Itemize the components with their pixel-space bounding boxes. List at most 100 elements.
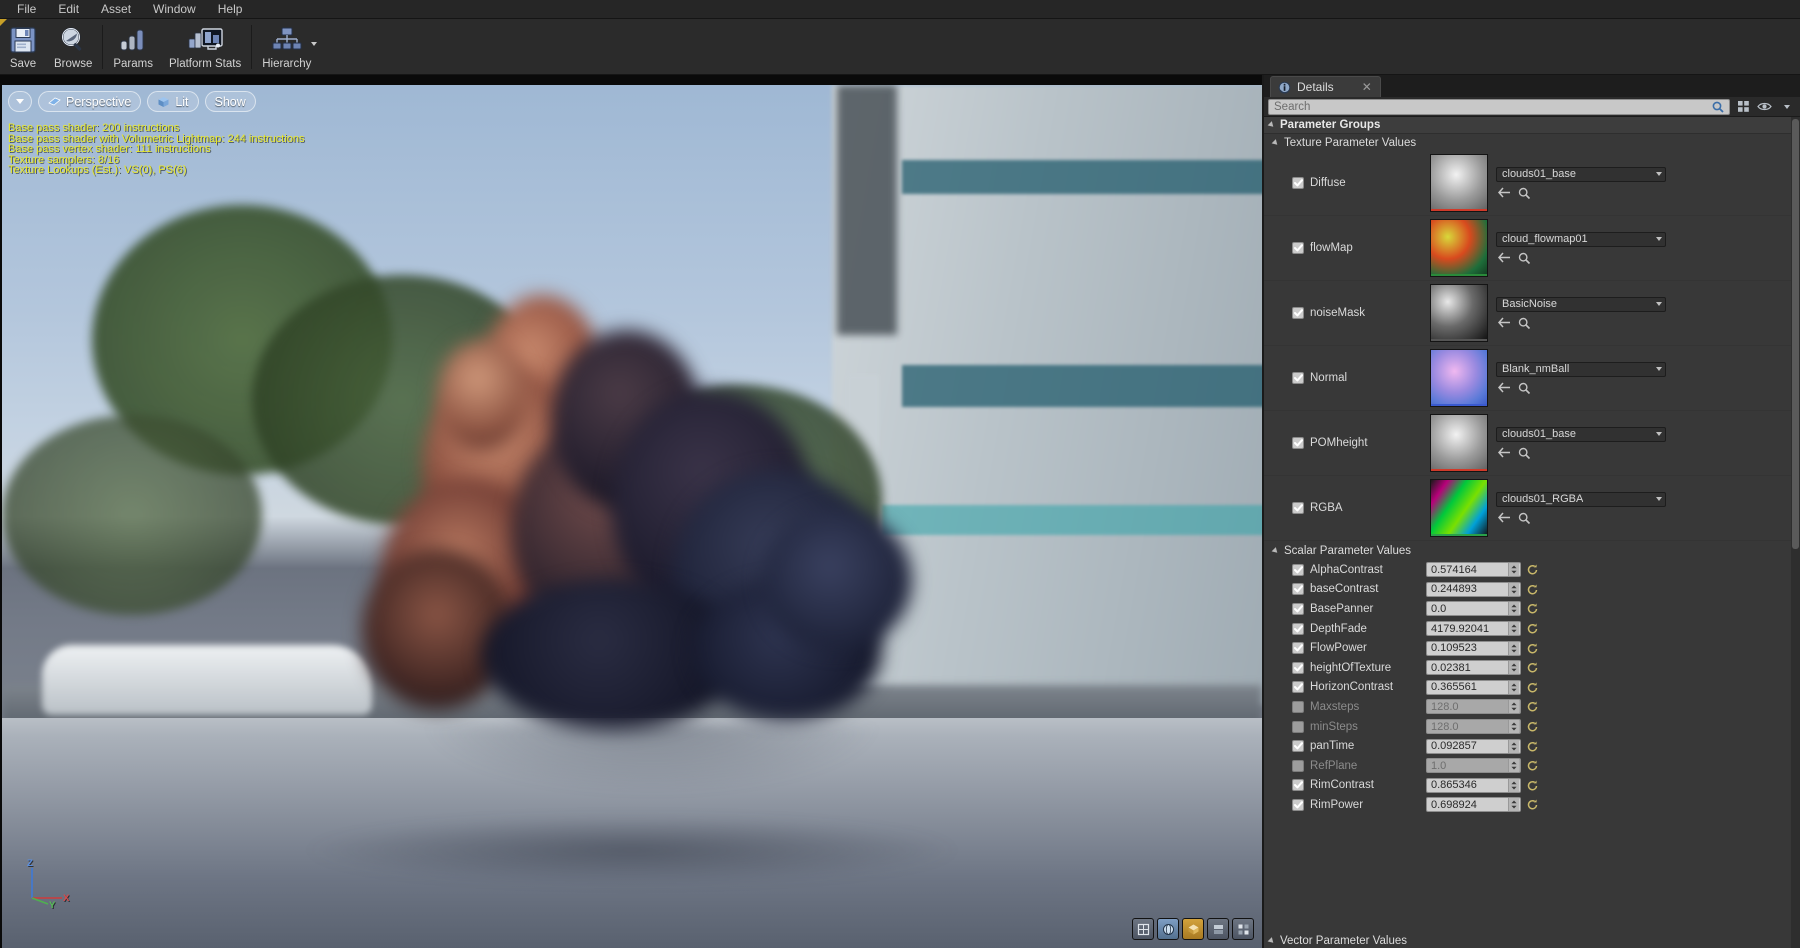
texture-asset-combo[interactable]: BasicNoise: [1496, 296, 1666, 312]
menu-file[interactable]: File: [6, 0, 47, 18]
scalar-param-value-field[interactable]: 0.0: [1426, 601, 1521, 617]
save-button[interactable]: Save: [0, 20, 46, 74]
texture-param-checkbox[interactable]: [1292, 502, 1304, 514]
viewport-show-menu[interactable]: Show: [204, 91, 256, 112]
scalar-param-checkbox[interactable]: [1292, 759, 1304, 772]
scalar-param-checkbox[interactable]: [1292, 798, 1304, 811]
scalar-param-value-field[interactable]: 4179.92041: [1426, 621, 1521, 637]
viewport-viewmode-lit[interactable]: Lit: [147, 91, 199, 112]
reset-arrow-icon[interactable]: [1527, 741, 1538, 752]
tab-details[interactable]: Details ✕: [1270, 76, 1381, 97]
texture-asset-combo[interactable]: Blank_nmBall: [1496, 361, 1666, 377]
reset-arrow-icon[interactable]: [1527, 643, 1538, 654]
spinner-arrows-icon[interactable]: [1508, 641, 1519, 655]
group-texture-parameter-values[interactable]: Texture Parameter Values: [1264, 134, 1800, 151]
scalar-param-checkbox[interactable]: [1292, 740, 1304, 753]
texture-asset-combo[interactable]: clouds01_base: [1496, 166, 1666, 182]
viewport-button-environment[interactable]: [1182, 918, 1204, 940]
spinner-arrows-icon[interactable]: [1508, 739, 1519, 753]
details-scrollbar[interactable]: [1791, 117, 1800, 948]
reset-arrow-icon[interactable]: [1527, 701, 1538, 712]
reset-arrow-icon[interactable]: [1527, 682, 1538, 693]
viewport-panel[interactable]: Perspective Lit Show Base pass shader: 2…: [0, 75, 1264, 948]
group-parameter-groups[interactable]: Parameter Groups: [1264, 117, 1800, 134]
reset-arrow-icon[interactable]: [1527, 780, 1538, 791]
texture-asset-combo[interactable]: clouds01_RGBA: [1496, 491, 1666, 507]
spinner-arrows-icon[interactable]: [1508, 602, 1519, 616]
browse-magnifier-icon[interactable]: [1518, 512, 1531, 525]
texture-param-checkbox[interactable]: [1292, 242, 1304, 254]
texture-param-checkbox[interactable]: [1292, 307, 1304, 319]
reset-arrow-icon[interactable]: [1527, 623, 1538, 634]
browse-button[interactable]: Browse: [46, 20, 100, 74]
group-scalar-parameter-values[interactable]: Scalar Parameter Values: [1264, 541, 1800, 560]
group-vector-parameter-values[interactable]: Vector Parameter Values: [1264, 934, 1800, 948]
spinner-arrows-icon[interactable]: [1508, 563, 1519, 577]
reset-arrow-icon[interactable]: [1527, 799, 1538, 810]
spinner-arrows-icon[interactable]: [1508, 759, 1519, 773]
spinner-arrows-icon[interactable]: [1508, 680, 1519, 694]
menu-help[interactable]: Help: [207, 0, 254, 18]
reset-arrow-icon[interactable]: [1527, 603, 1538, 614]
texture-thumbnail[interactable]: [1430, 219, 1488, 277]
scalar-param-checkbox[interactable]: [1292, 563, 1304, 576]
menu-edit[interactable]: Edit: [47, 0, 90, 18]
browse-magnifier-icon[interactable]: [1518, 187, 1531, 200]
back-arrow-icon[interactable]: [1498, 382, 1511, 393]
search-input[interactable]: [1274, 100, 1712, 113]
scalar-param-value-field[interactable]: 0.698924: [1426, 797, 1521, 813]
viewport-render[interactable]: Perspective Lit Show Base pass shader: 2…: [2, 85, 1262, 948]
texture-thumbnail[interactable]: [1430, 284, 1488, 342]
scalar-param-value-field[interactable]: 0.365561: [1426, 679, 1521, 695]
scalar-param-value-field[interactable]: 128.0: [1426, 699, 1521, 715]
viewport-button-grid[interactable]: [1132, 918, 1154, 940]
texture-param-checkbox[interactable]: [1292, 177, 1304, 189]
scalar-param-checkbox[interactable]: [1292, 681, 1304, 694]
grid-view-icon[interactable]: [1734, 98, 1752, 115]
scalar-param-value-field[interactable]: 0.092857: [1426, 738, 1521, 754]
hierarchy-button[interactable]: Hierarchy: [254, 20, 319, 74]
scalar-param-value-field[interactable]: 0.865346: [1426, 777, 1521, 793]
texture-asset-combo[interactable]: clouds01_base: [1496, 426, 1666, 442]
scalar-param-value-field[interactable]: 0.109523: [1426, 640, 1521, 656]
spinner-arrows-icon[interactable]: [1508, 700, 1519, 714]
browse-magnifier-icon[interactable]: [1518, 317, 1531, 330]
details-scrollbar-thumb[interactable]: [1792, 119, 1799, 549]
scalar-param-checkbox[interactable]: [1292, 661, 1304, 674]
texture-asset-combo[interactable]: cloud_flowmap01: [1496, 231, 1666, 247]
settings-caret-icon[interactable]: [1778, 98, 1796, 115]
back-arrow-icon[interactable]: [1498, 447, 1511, 458]
spinner-arrows-icon[interactable]: [1508, 582, 1519, 596]
texture-param-checkbox[interactable]: [1292, 437, 1304, 449]
reset-arrow-icon[interactable]: [1527, 662, 1538, 673]
texture-thumbnail[interactable]: [1430, 479, 1488, 537]
scalar-param-checkbox[interactable]: [1292, 583, 1304, 596]
scalar-param-value-field[interactable]: 128.0: [1426, 719, 1521, 735]
spinner-arrows-icon[interactable]: [1508, 798, 1519, 812]
scalar-param-checkbox[interactable]: [1292, 642, 1304, 655]
back-arrow-icon[interactable]: [1498, 252, 1511, 263]
reset-arrow-icon[interactable]: [1527, 760, 1538, 771]
browse-magnifier-icon[interactable]: [1518, 382, 1531, 395]
eye-visibility-icon[interactable]: [1756, 98, 1774, 115]
reset-arrow-icon[interactable]: [1527, 584, 1538, 595]
scalar-param-checkbox[interactable]: [1292, 622, 1304, 635]
texture-param-checkbox[interactable]: [1292, 372, 1304, 384]
back-arrow-icon[interactable]: [1498, 187, 1511, 198]
scalar-param-value-field[interactable]: 0.574164: [1426, 562, 1521, 578]
scalar-param-checkbox[interactable]: [1292, 602, 1304, 615]
texture-thumbnail[interactable]: [1430, 154, 1488, 212]
spinner-arrows-icon[interactable]: [1508, 778, 1519, 792]
close-icon[interactable]: ✕: [1362, 80, 1372, 94]
viewport-options-menu[interactable]: [8, 91, 32, 112]
spinner-arrows-icon[interactable]: [1508, 720, 1519, 734]
reset-arrow-icon[interactable]: [1527, 721, 1538, 732]
back-arrow-icon[interactable]: [1498, 512, 1511, 523]
scalar-param-value-field[interactable]: 1.0: [1426, 758, 1521, 774]
menu-asset[interactable]: Asset: [90, 0, 142, 18]
params-button[interactable]: Params: [105, 20, 161, 74]
viewport-camera-perspective[interactable]: Perspective: [38, 91, 142, 112]
texture-thumbnail[interactable]: [1430, 414, 1488, 472]
spinner-arrows-icon[interactable]: [1508, 661, 1519, 675]
back-arrow-icon[interactable]: [1498, 317, 1511, 328]
